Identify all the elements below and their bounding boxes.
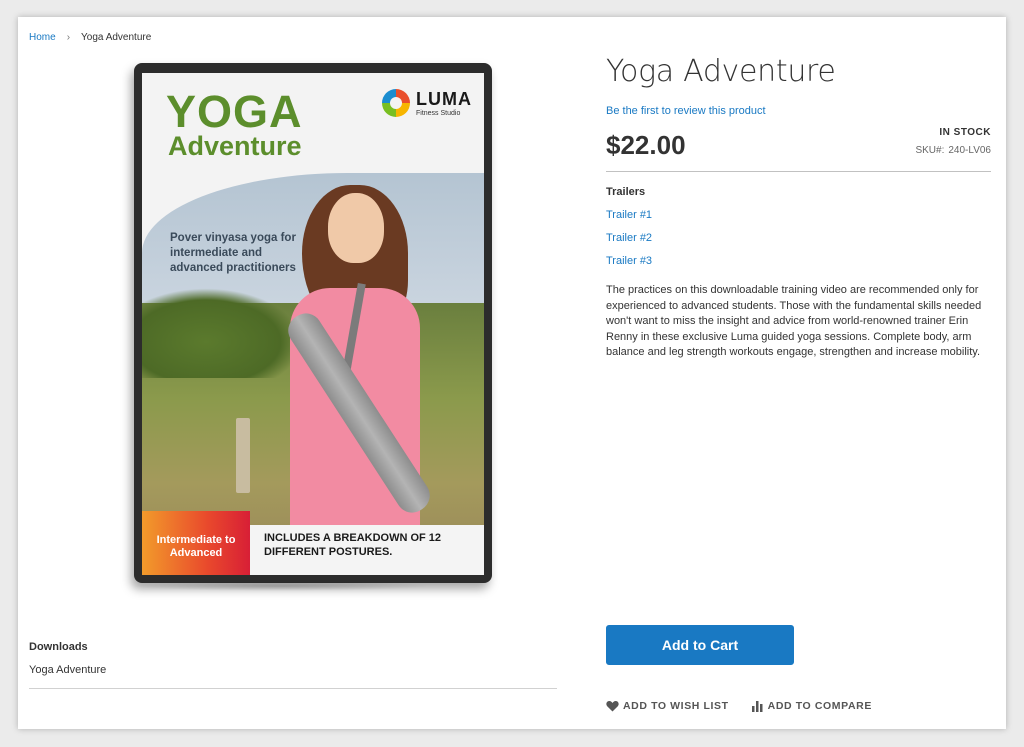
luma-brand-sub: Fitness Studio <box>416 109 461 117</box>
review-link[interactable]: Be the first to review this product <box>606 105 991 117</box>
cover-breakdown-text: INCLUDES A BREAKDOWN OF 12 DIFFERENT POS… <box>250 525 484 575</box>
product-price: $22.00 <box>606 130 686 160</box>
dvd-case-image: YOGA Adventure LUMA Fitness Studio Pover… <box>134 63 492 583</box>
add-to-wishlist-link[interactable]: ADD TO WISH LIST <box>606 700 729 712</box>
downloads-item: Yoga Adventure <box>29 664 107 676</box>
price-row: $22.00 IN STOCK SKU#: 240-LV06 <box>606 127 991 172</box>
bar-chart-icon <box>751 701 763 712</box>
compare-label: ADD TO COMPARE <box>767 700 872 712</box>
product-secondary-actions: ADD TO WISH LIST ADD TO COMPARE <box>606 700 872 712</box>
breadcrumb: Home › Yoga Adventure <box>29 32 151 43</box>
product-info: Yoga Adventure Be the first to review th… <box>606 57 991 361</box>
cover-level-badge: Intermediate to Advanced <box>142 511 250 575</box>
breadcrumb-home-link[interactable]: Home <box>29 32 56 43</box>
stock-status: IN STOCK <box>939 127 991 138</box>
breadcrumb-separator-icon: › <box>66 32 71 43</box>
trailer-link-3[interactable]: Trailer #3 <box>606 255 991 267</box>
trailer-link-1[interactable]: Trailer #1 <box>606 209 991 221</box>
breadcrumb-current: Yoga Adventure <box>81 32 152 43</box>
dvd-shadow <box>130 581 430 591</box>
product-page: Home › Yoga Adventure YOGA Adventure LUM… <box>18 17 1006 729</box>
luma-logo-icon <box>382 89 410 117</box>
cover-bushes <box>142 288 302 378</box>
dvd-cover: YOGA Adventure LUMA Fitness Studio Pover… <box>142 73 484 575</box>
heart-icon <box>606 700 619 712</box>
add-to-cart-button[interactable]: Add to Cart <box>606 625 794 665</box>
sku-value: 240-LV06 <box>948 145 991 156</box>
downloads-heading: Downloads <box>29 641 88 653</box>
product-description: The practices on this downloadable train… <box>606 284 982 358</box>
luma-logo: LUMA Fitness Studio <box>382 89 472 117</box>
stock-info: IN STOCK SKU#: 240-LV06 <box>915 127 991 156</box>
cover-title: YOGA <box>166 86 303 137</box>
trailers-heading: Trailers <box>606 186 646 198</box>
add-to-compare-link[interactable]: ADD TO COMPARE <box>751 700 872 712</box>
cover-subtitle: Adventure <box>168 131 302 161</box>
page-title: Yoga Adventure <box>606 54 836 89</box>
cover-tagline: Pover vinyasa yoga for intermediate and … <box>170 232 296 274</box>
trailer-link-2[interactable]: Trailer #2 <box>606 232 991 244</box>
luma-brand: LUMA <box>416 88 472 109</box>
product-image-gallery[interactable]: YOGA Adventure LUMA Fitness Studio Pover… <box>116 61 496 591</box>
wishlist-label: ADD TO WISH LIST <box>623 700 729 712</box>
sku: SKU#: 240-LV06 <box>915 145 991 156</box>
cover-fence-post <box>236 418 250 493</box>
sku-label: SKU#: <box>915 145 945 156</box>
cover-woman-head <box>328 193 384 263</box>
downloads-section: Downloads Yoga Adventure <box>29 641 557 689</box>
